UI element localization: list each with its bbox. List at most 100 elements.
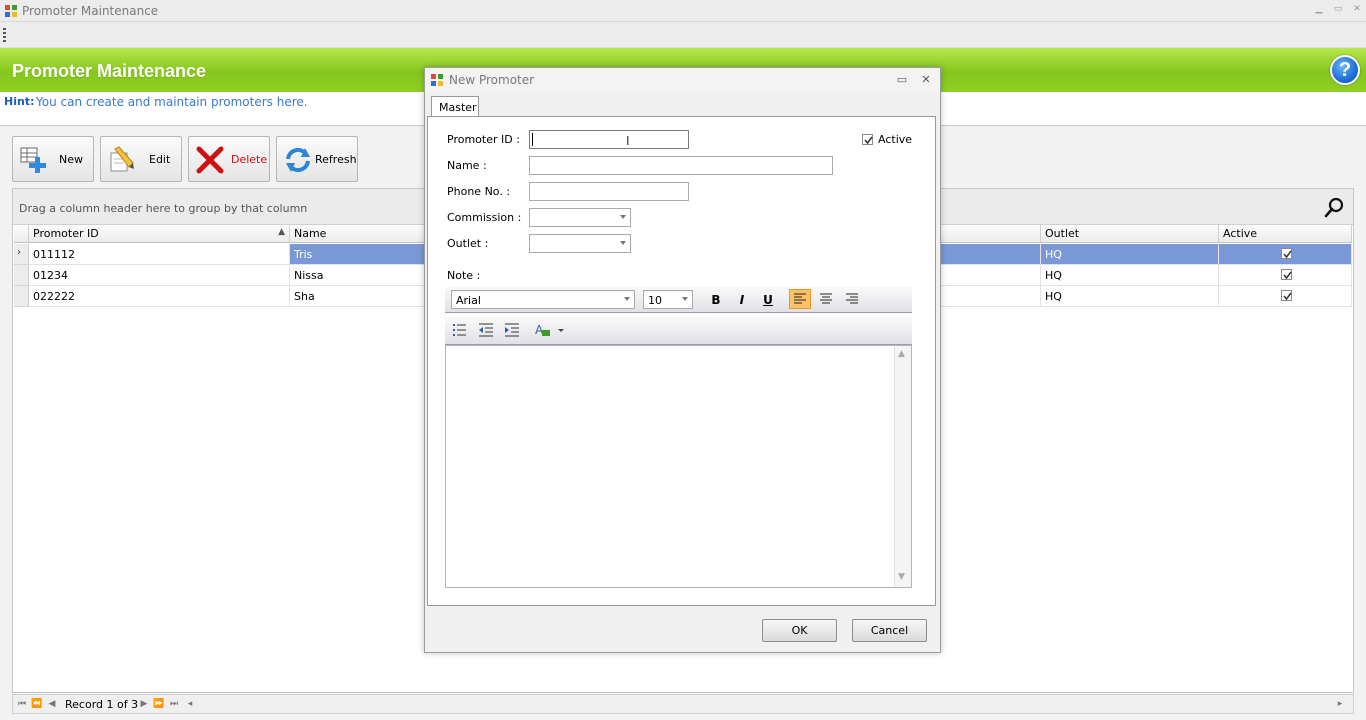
cell-hidden[interactable] bbox=[940, 265, 1041, 286]
cell-outlet[interactable]: HQ bbox=[1041, 244, 1219, 265]
column-header-promoter-id[interactable]: Promoter ID ▲ bbox=[29, 225, 290, 243]
hint-text: You can create and maintain promoters he… bbox=[36, 95, 308, 109]
text-caret bbox=[532, 133, 533, 146]
active-checkbox[interactable] bbox=[1281, 290, 1292, 301]
column-header-name[interactable]: Name bbox=[290, 225, 425, 243]
tab-master[interactable]: Master bbox=[431, 96, 479, 117]
bold-button[interactable]: B bbox=[705, 290, 727, 310]
font-color-button[interactable]: A bbox=[533, 321, 567, 341]
cell-promoter-id[interactable]: 01234 bbox=[29, 265, 290, 286]
active-checkbox[interactable] bbox=[1281, 269, 1292, 280]
column-header-hidden[interactable] bbox=[940, 225, 1041, 243]
refresh-button-label: Refresh bbox=[315, 153, 357, 166]
cell-active[interactable] bbox=[1219, 265, 1352, 286]
column-header-active[interactable]: Active bbox=[1219, 225, 1352, 243]
decrease-indent-button[interactable] bbox=[475, 321, 497, 341]
minimize-button[interactable]: ▁ bbox=[1312, 3, 1326, 15]
cell-name[interactable]: Sha bbox=[290, 286, 425, 307]
check-icon bbox=[1283, 271, 1292, 280]
refresh-icon bbox=[286, 147, 310, 173]
check-icon bbox=[864, 136, 873, 145]
font-size-select[interactable]: 10 bbox=[643, 290, 693, 309]
promoter-id-input[interactable] bbox=[529, 130, 689, 149]
commission-select[interactable] bbox=[529, 208, 631, 227]
cell-outlet[interactable]: HQ bbox=[1041, 286, 1219, 307]
first-record-icon[interactable]: ⏮ bbox=[17, 699, 27, 709]
name-input[interactable] bbox=[529, 156, 833, 175]
align-left-button[interactable] bbox=[789, 289, 811, 309]
prev-record-icon[interactable]: ◀ bbox=[47, 699, 57, 709]
edit-button[interactable]: Edit bbox=[100, 136, 182, 182]
next-record-icon[interactable]: ▶ bbox=[139, 699, 149, 709]
note-editor-scrollbar[interactable]: ▲ ▼ bbox=[894, 346, 911, 587]
align-left-icon bbox=[794, 293, 806, 304]
refresh-button[interactable]: Refresh bbox=[276, 136, 358, 182]
scroll-down-icon[interactable]: ▼ bbox=[898, 572, 905, 582]
active-checkbox[interactable] bbox=[862, 134, 873, 145]
column-header-active-label: Active bbox=[1223, 227, 1258, 240]
ibeam-cursor-icon: I bbox=[626, 134, 630, 148]
edit-icon bbox=[110, 146, 134, 172]
delete-button-label: Delete bbox=[231, 153, 268, 166]
decrease-indent-icon bbox=[479, 323, 493, 337]
dialog-title: New Promoter bbox=[449, 73, 535, 87]
close-window-button[interactable]: ✕ bbox=[1350, 3, 1364, 15]
page-title: Promoter Maintenance bbox=[12, 61, 207, 81]
name-label: Name : bbox=[447, 159, 487, 172]
menu-grip-icon[interactable] bbox=[3, 28, 6, 42]
cell-promoter-id[interactable]: 022222 bbox=[29, 286, 290, 307]
cancel-button[interactable]: Cancel bbox=[852, 619, 927, 642]
cell-hidden[interactable] bbox=[940, 286, 1041, 307]
ok-button[interactable]: OK bbox=[762, 619, 837, 642]
cell-name[interactable]: Tris bbox=[290, 244, 425, 265]
group-panel-hint: Drag a column header here to group by th… bbox=[19, 202, 308, 215]
underline-button[interactable]: U bbox=[757, 290, 779, 310]
active-checkbox[interactable] bbox=[1281, 248, 1292, 259]
new-button[interactable]: New bbox=[12, 136, 94, 182]
cell-promoter-id[interactable]: 011112 bbox=[29, 244, 290, 265]
delete-button[interactable]: Delete bbox=[188, 136, 270, 182]
maximize-button[interactable]: ▭ bbox=[1331, 3, 1345, 15]
font-family-select[interactable]: Arial bbox=[451, 290, 635, 309]
search-icon[interactable] bbox=[1323, 197, 1345, 219]
new-record-icon bbox=[20, 147, 46, 173]
note-label: Note : bbox=[447, 269, 481, 282]
last-record-icon[interactable]: ⏭ bbox=[169, 699, 179, 709]
help-button[interactable]: ? bbox=[1330, 55, 1360, 85]
cell-active[interactable] bbox=[1219, 286, 1352, 307]
check-icon bbox=[1283, 292, 1292, 301]
cell-name[interactable]: Nissa bbox=[290, 265, 425, 286]
dialog-titlebar[interactable]: New Promoter ▭ ✕ bbox=[425, 68, 940, 92]
row-indicator bbox=[14, 265, 29, 286]
chevron-down-icon bbox=[624, 297, 630, 301]
scroll-left-icon[interactable]: ◂ bbox=[185, 699, 195, 709]
chevron-down-icon bbox=[620, 241, 626, 245]
row-indicator: › bbox=[14, 244, 29, 265]
master-tab-page: Promoter ID : I Active Name : Phone No. … bbox=[427, 116, 936, 606]
dialog-close-icon[interactable]: ✕ bbox=[919, 73, 933, 87]
column-header-promoter-id-label: Promoter ID bbox=[33, 227, 99, 240]
align-right-button[interactable] bbox=[841, 290, 863, 310]
scroll-right-icon[interactable]: ▸ bbox=[1335, 699, 1345, 709]
new-button-label: New bbox=[59, 153, 83, 166]
cell-hidden[interactable] bbox=[940, 244, 1041, 265]
font-size-value: 10 bbox=[648, 294, 662, 307]
note-editor[interactable]: ▲ ▼ bbox=[445, 345, 912, 588]
dialog-maximize-icon[interactable]: ▭ bbox=[895, 73, 909, 87]
increase-indent-button[interactable] bbox=[501, 321, 523, 341]
scroll-up-icon[interactable]: ▲ bbox=[898, 349, 905, 359]
cell-active[interactable] bbox=[1219, 244, 1352, 265]
align-center-button[interactable] bbox=[815, 290, 837, 310]
italic-button[interactable]: I bbox=[731, 290, 753, 310]
outlet-label: Outlet : bbox=[447, 237, 489, 250]
chevron-down-icon bbox=[682, 297, 688, 301]
phone-input[interactable] bbox=[529, 182, 689, 201]
outlet-select[interactable] bbox=[529, 234, 631, 253]
column-header-outlet[interactable]: Outlet bbox=[1041, 225, 1219, 243]
cell-outlet[interactable]: HQ bbox=[1041, 265, 1219, 286]
column-header-outlet-label: Outlet bbox=[1045, 227, 1080, 240]
prev-page-icon[interactable]: ⏪ bbox=[31, 699, 42, 709]
check-icon bbox=[1283, 250, 1292, 259]
next-page-icon[interactable]: ⏩ bbox=[153, 699, 164, 709]
bullet-list-button[interactable] bbox=[449, 321, 471, 341]
